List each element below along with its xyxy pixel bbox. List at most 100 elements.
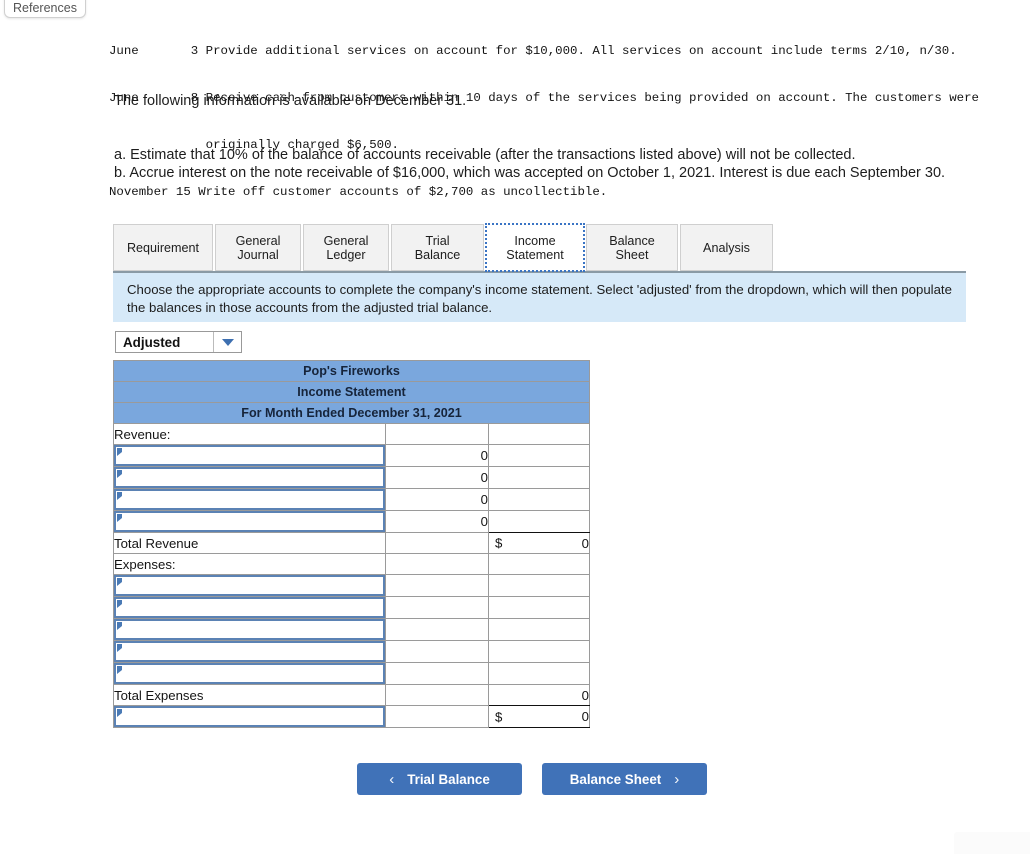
revenue-account-cell [113, 488, 386, 511]
tab-balance-sheet[interactable]: Balance Sheet [586, 224, 678, 271]
income-statement-table: Pop's Fireworks Income Statement For Mon… [113, 360, 590, 728]
net-income-amount: $0 [488, 705, 590, 728]
revenue-amount-2[interactable]: 0 [385, 466, 489, 489]
tab-income-statement[interactable]: Income Statement [485, 223, 585, 272]
revenue-total-col-1 [488, 444, 590, 467]
revenue-total-col-3 [488, 488, 590, 511]
expense-amount-1[interactable] [385, 574, 489, 597]
revenue-account-cell [113, 466, 386, 489]
expense-account-input-5[interactable] [114, 663, 385, 684]
transaction-line: November 15 Write off customer accounts … [109, 184, 608, 199]
total-revenue-amount: $0 [488, 532, 590, 554]
adjusted-dropdown[interactable]: Adjusted [115, 331, 242, 353]
expense-account-cell [113, 618, 386, 641]
tab-trial-balance[interactable]: Trial Balance [391, 224, 484, 271]
net-income-account-input[interactable] [114, 706, 385, 727]
expense-amount-4[interactable] [385, 640, 489, 663]
chevron-right-icon: › [674, 770, 680, 788]
expense-account-cell [113, 640, 386, 663]
net-income-row: $0 [113, 705, 590, 728]
empty-cell [385, 423, 489, 445]
instruction-banner: Choose the appropriate accounts to compl… [113, 271, 966, 322]
expense-account-cell [113, 596, 386, 619]
total-expenses-row: Total Expenses 0 [113, 684, 590, 706]
total-expenses-amount: 0 [488, 684, 590, 706]
requirement-a-text: a. Estimate that 10% of the balance of a… [114, 147, 856, 163]
page-corner-artifact [954, 832, 1030, 854]
expense-account-input-1[interactable] [114, 575, 385, 596]
company-name: Pop's Fireworks [113, 360, 590, 382]
revenue-section-label: Revenue: [113, 423, 386, 445]
table-row [113, 618, 590, 641]
expense-total-col-2 [488, 596, 590, 619]
net-income-account-cell [113, 705, 386, 728]
net-income-value: 0 [581, 709, 589, 724]
expenses-section-row: Expenses: [113, 553, 590, 575]
expenses-section-label: Expenses: [113, 553, 386, 575]
next-button-label: Balance Sheet [569, 771, 662, 787]
revenue-total-col-2 [488, 466, 590, 489]
statement-period-row: For Month Ended December 31, 2021 [113, 402, 590, 424]
statement-title-row: Pop's Fireworks [113, 360, 590, 382]
revenue-account-input-1[interactable] [114, 445, 385, 466]
total-expenses-label: Total Expenses [113, 684, 386, 706]
table-row: 0 [113, 510, 590, 533]
references-label: References [13, 1, 77, 15]
expense-account-cell [113, 662, 386, 685]
tab-requirement[interactable]: Requirement [113, 224, 213, 271]
revenue-section-row: Revenue: [113, 423, 590, 445]
statement-type-row: Income Statement [113, 381, 590, 403]
expense-amount-2[interactable] [385, 596, 489, 619]
prev-trial-balance-button[interactable]: ‹ Trial Balance [357, 763, 522, 795]
expense-amount-5[interactable] [385, 662, 489, 685]
currency-symbol: $ [495, 535, 503, 551]
transaction-list: June 3 Provide additional services on ac… [109, 13, 979, 216]
chevron-left-icon: ‹ [389, 770, 395, 788]
revenue-account-input-3[interactable] [114, 489, 385, 510]
transaction-line: June 3 Provide additional services on ac… [109, 44, 957, 59]
statement-type: Income Statement [113, 381, 590, 403]
expense-account-input-3[interactable] [114, 619, 385, 640]
adjusted-dropdown-value: Adjusted [123, 334, 181, 350]
revenue-amount-4[interactable]: 0 [385, 510, 489, 533]
revenue-account-input-4[interactable] [114, 511, 385, 532]
expense-account-input-2[interactable] [114, 597, 385, 618]
chevron-down-icon [213, 332, 241, 352]
expense-amount-3[interactable] [385, 618, 489, 641]
expense-total-col-4 [488, 640, 590, 663]
empty-cell [488, 423, 590, 445]
next-balance-sheet-button[interactable]: Balance Sheet › [542, 763, 707, 795]
total-revenue-row: Total Revenue $0 [113, 532, 590, 554]
revenue-total-col-4 [488, 510, 590, 533]
prev-button-label: Trial Balance [407, 771, 490, 787]
intro-text: The following information is available o… [114, 93, 467, 109]
revenue-amount-3[interactable]: 0 [385, 488, 489, 511]
tab-general-ledger[interactable]: General Ledger [303, 224, 389, 271]
expense-total-col-5 [488, 662, 590, 685]
table-row: 0 [113, 466, 590, 489]
expense-account-input-4[interactable] [114, 641, 385, 662]
table-row: 0 [113, 488, 590, 511]
expense-total-col-1 [488, 574, 590, 597]
total-revenue-label: Total Revenue [113, 532, 386, 554]
references-button[interactable]: References [4, 0, 86, 18]
table-row [113, 662, 590, 685]
expense-account-cell [113, 574, 386, 597]
currency-symbol: $ [495, 709, 503, 724]
expense-total-col-3 [488, 618, 590, 641]
revenue-account-cell [113, 510, 386, 533]
total-expenses-mid [385, 684, 489, 706]
total-revenue-value: 0 [581, 535, 589, 551]
net-income-mid [385, 705, 489, 728]
tab-analysis[interactable]: Analysis [680, 224, 773, 271]
table-row [113, 596, 590, 619]
empty-cell [488, 553, 590, 575]
revenue-amount-1[interactable]: 0 [385, 444, 489, 467]
table-row [113, 574, 590, 597]
requirement-b-text: b. Accrue interest on the note receivabl… [114, 165, 946, 181]
revenue-account-input-2[interactable] [114, 467, 385, 488]
table-row: 0 [113, 444, 590, 467]
revenue-account-cell [113, 444, 386, 467]
table-row [113, 640, 590, 663]
tab-general-journal[interactable]: General Journal [215, 224, 301, 271]
